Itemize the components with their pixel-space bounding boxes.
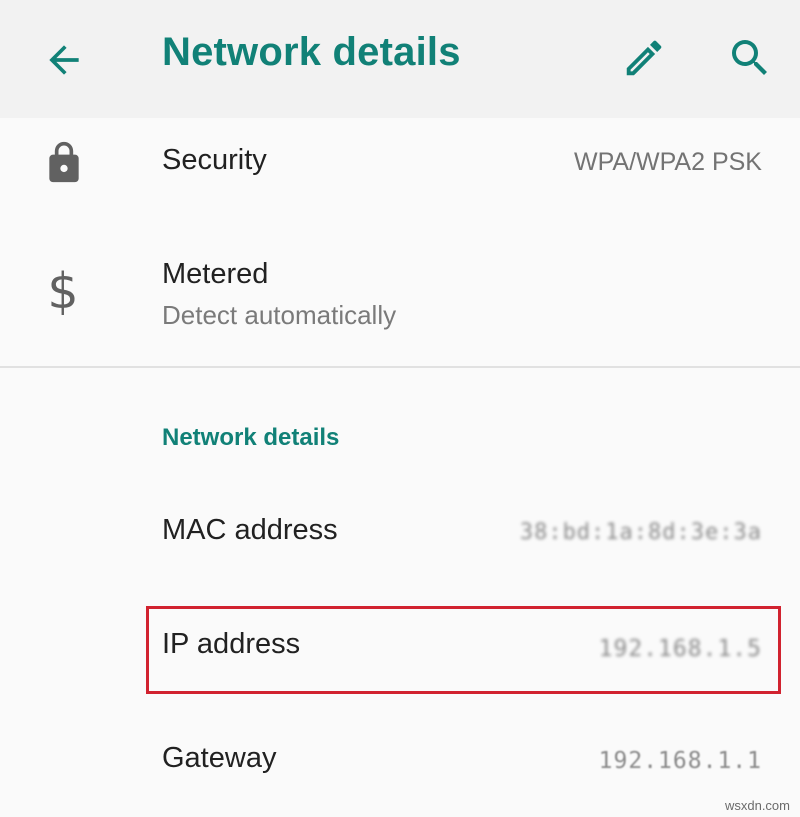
search-button[interactable] [724, 32, 776, 84]
section-divider [0, 366, 800, 368]
gateway-label: Gateway [162, 742, 277, 774]
app-bar: Network details [0, 0, 800, 118]
pencil-icon [626, 40, 662, 76]
page-title: Network details [162, 30, 461, 74]
svg-text:$: $ [47, 266, 78, 318]
edit-button[interactable] [618, 32, 670, 84]
mac-address-value: 38:bd:1a:8d:3e:3a [519, 520, 762, 545]
mac-address-row[interactable]: MAC address 38:bd:1a:8d:3e:3a [0, 490, 800, 580]
network-details-header: Network details [162, 424, 340, 451]
dollar-icon: $ [38, 264, 88, 320]
metered-summary: Detect automatically [162, 300, 397, 330]
security-row[interactable]: Security WPA/WPA2 PSK [0, 118, 800, 218]
metered-label: Metered [162, 258, 269, 290]
lock-icon [38, 134, 90, 190]
gateway-value: 192.168.1.1 [598, 748, 762, 774]
security-value: WPA/WPA2 PSK [573, 148, 762, 176]
search-icon [732, 40, 767, 75]
gateway-row[interactable]: Gateway 192.168.1.1 [0, 714, 800, 804]
mac-address-label: MAC address [162, 514, 338, 546]
ip-address-label: IP address [162, 628, 301, 660]
security-label: Security [162, 144, 267, 176]
ip-address-row[interactable]: IP address 192.168.1.5 [0, 606, 800, 694]
ip-address-value: 192.168.1.5 [598, 636, 762, 662]
back-button[interactable] [40, 36, 88, 84]
arrow-left-icon [49, 45, 79, 75]
metered-row[interactable]: $ Metered Detect automatically [0, 240, 800, 350]
watermark: wsxdn.com [724, 798, 790, 813]
